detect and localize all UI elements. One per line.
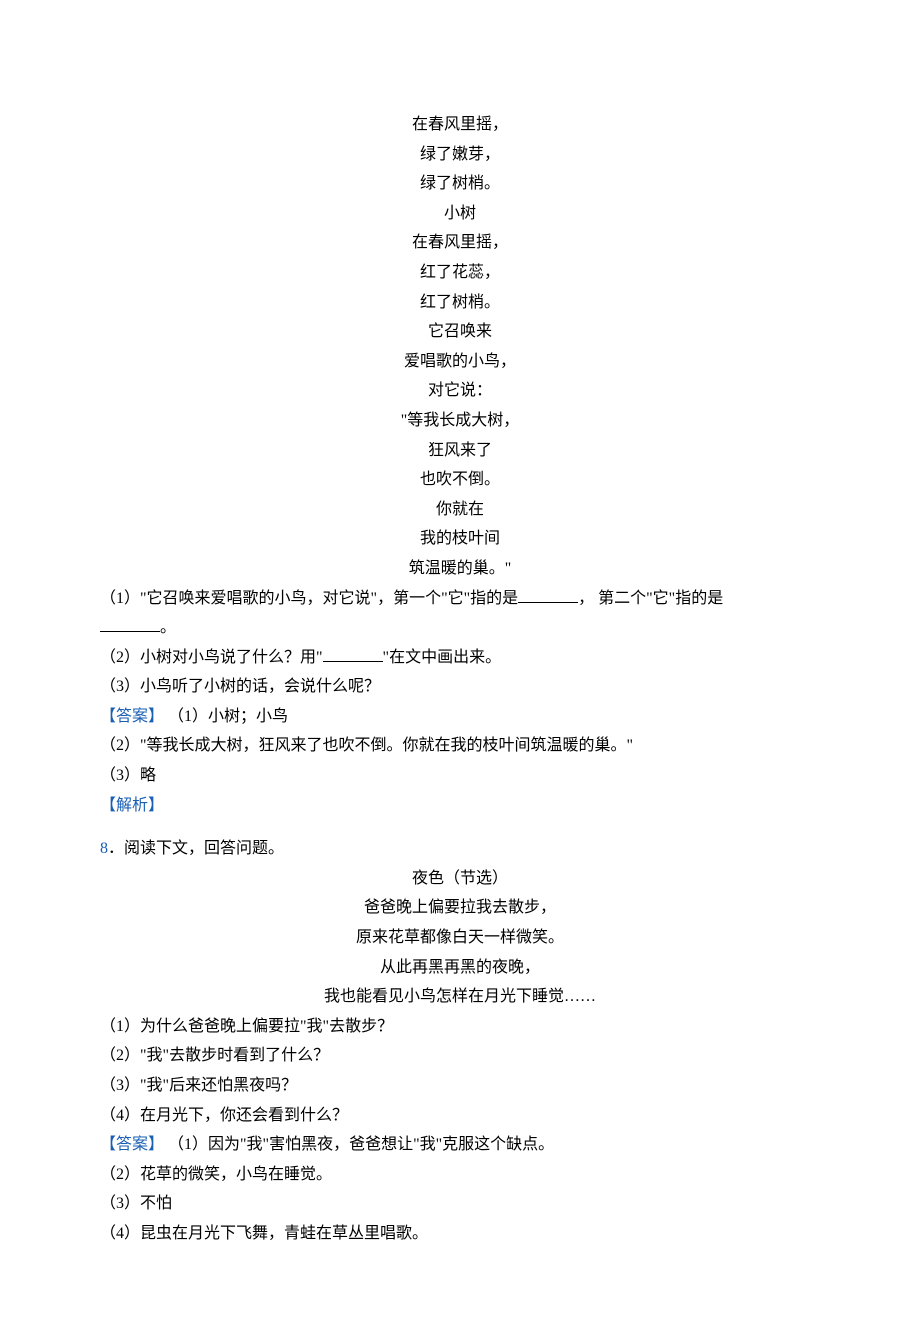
poem1-line: 绿了树梢。 bbox=[100, 169, 820, 199]
spacer bbox=[100, 820, 820, 834]
question-1-part3: （3）小鸟听了小树的话，会说什么呢？ bbox=[100, 672, 820, 702]
poem1-line: 它召唤来 bbox=[100, 317, 820, 347]
poem1-line: 狂风来了 bbox=[100, 436, 820, 466]
question-8-part2: （2）"我"去散步时看到了什么？ bbox=[100, 1041, 820, 1071]
poem1-line: 我的枝叶间 bbox=[100, 524, 820, 554]
question-8-part1: （1）为什么爸爸晚上偏要拉"我"去散步？ bbox=[100, 1012, 820, 1042]
poem1-line: 小树 bbox=[100, 199, 820, 229]
analysis-line: 【解析】 bbox=[100, 791, 820, 821]
stem-text: ．阅读下文，回答问题。 bbox=[108, 840, 284, 857]
text: "在文中画出来。 bbox=[383, 649, 502, 666]
poem1-line: 对它说： bbox=[100, 376, 820, 406]
poem1-line: 在春风里摇， bbox=[100, 228, 820, 258]
poem2-title: 夜色（节选） bbox=[100, 864, 820, 894]
text: （2）小树对小鸟说了什么？用" bbox=[100, 649, 323, 666]
poem1-line: 爱唱歌的小鸟， bbox=[100, 347, 820, 377]
poem1-line: 也吹不倒。 bbox=[100, 465, 820, 495]
question-8-part3: （3）"我"后来还怕黑夜吗？ bbox=[100, 1071, 820, 1101]
fill-blank bbox=[518, 586, 578, 603]
question-1-part1: （1）"它召唤来爱唱歌的小鸟，对它说"，第一个"它"指的是 ， 第二个"它"指的是 bbox=[100, 584, 820, 614]
poem2-line: 爸爸晚上偏要拉我去散步， bbox=[100, 893, 820, 923]
document-page: 在春风里摇， 绿了嫩芽， 绿了树梢。 小树 在春风里摇， 红了花蕊， 红了树梢。… bbox=[0, 0, 920, 1329]
poem2-line: 从此再黑再黑的夜晚， bbox=[100, 953, 820, 983]
poem2-line: 我也能看见小鸟怎样在月光下睡觉…… bbox=[100, 982, 820, 1012]
answer-line-2: （2）"等我长成大树，狂风来了也吹不倒。你就在我的枝叶间筑温暖的巢。" bbox=[100, 731, 820, 761]
answer2-line-2: （2）花草的微笑，小鸟在睡觉。 bbox=[100, 1160, 820, 1190]
fill-blank bbox=[323, 645, 383, 662]
answer-line-3: （3）略 bbox=[100, 761, 820, 791]
text: （1）"它召唤来爱唱歌的小鸟，对它说"，第一个"它"指的是 bbox=[100, 590, 518, 607]
answer-label: 【答案】 bbox=[100, 708, 164, 725]
poem1-line: 筑温暖的巢。" bbox=[100, 554, 820, 584]
question-8-part4: （4）在月光下，你还会看到什么？ bbox=[100, 1101, 820, 1131]
question-1-part1-cont: 。 bbox=[100, 613, 820, 643]
question-number: 8 bbox=[100, 840, 108, 857]
answer-line-1: 【答案】 （1）小树；小鸟 bbox=[100, 702, 820, 732]
analysis-label: 【解析】 bbox=[100, 797, 164, 814]
poem1-line: 红了树梢。 bbox=[100, 288, 820, 318]
answer2-line-3: （3）不怕 bbox=[100, 1189, 820, 1219]
poem2-line: 原来花草都像白天一样微笑。 bbox=[100, 923, 820, 953]
answer-text: （1）因为"我"害怕黑夜，爸爸想让"我"克服这个缺点。 bbox=[164, 1136, 554, 1153]
answer-text: （1）小树；小鸟 bbox=[164, 708, 288, 725]
fill-blank bbox=[100, 615, 160, 632]
poem1-line: "等我长成大树， bbox=[100, 406, 820, 436]
poem1-line: 在春风里摇， bbox=[100, 110, 820, 140]
poem1-line: 红了花蕊， bbox=[100, 258, 820, 288]
question-8-stem: 8．阅读下文，回答问题。 bbox=[100, 834, 820, 864]
text: ， 第二个"它"指的是 bbox=[578, 590, 723, 607]
answer2-line-4: （4）昆虫在月光下飞舞，青蛙在草丛里唱歌。 bbox=[100, 1219, 820, 1249]
answer-label: 【答案】 bbox=[100, 1136, 164, 1153]
answer2-line-1: 【答案】 （1）因为"我"害怕黑夜，爸爸想让"我"克服这个缺点。 bbox=[100, 1130, 820, 1160]
poem1-line: 绿了嫩芽， bbox=[100, 140, 820, 170]
poem1-line: 你就在 bbox=[100, 495, 820, 525]
text: 。 bbox=[160, 619, 176, 636]
question-1-part2: （2）小树对小鸟说了什么？用" "在文中画出来。 bbox=[100, 643, 820, 673]
